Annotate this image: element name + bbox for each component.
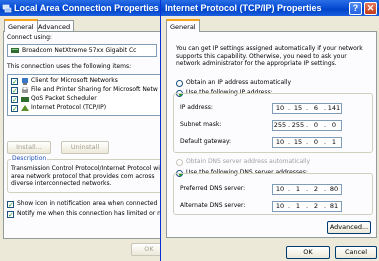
ip-octet: 10 bbox=[275, 202, 285, 210]
tab-advanced[interactable]: Advanced bbox=[34, 20, 75, 31]
ip-octet: 10 bbox=[275, 185, 285, 193]
tab-general[interactable]: General bbox=[166, 19, 200, 32]
subnet-mask-field[interactable]: 255 . 255 . 0 . 0 bbox=[272, 120, 342, 131]
description-text: Transmission Control Protocol/Internet P… bbox=[11, 165, 168, 188]
ip-octet: 0 bbox=[313, 121, 319, 129]
obtain-ip-option[interactable]: Obtain an IP address automatically bbox=[176, 79, 356, 88]
list-item[interactable]: ✓ File and Printer Sharing for Microsoft… bbox=[8, 86, 168, 95]
item-checkbox[interactable]: ✓ bbox=[11, 105, 18, 113]
adapter-name: Broadcom NetXtreme 57xx Gigabit Cc bbox=[22, 47, 137, 54]
left-general-panel: Connect using: Broadcom NetXtreme 57xx G… bbox=[3, 31, 170, 239]
items-list: ✓ Client for Microsoft Networks ✓ File a… bbox=[7, 74, 167, 116]
list-item[interactable]: ✓ Client for Microsoft Networks bbox=[8, 77, 168, 86]
item-checkbox[interactable]: ✓ bbox=[11, 96, 18, 104]
ip-octet: 2 bbox=[313, 185, 319, 193]
obtain-dns-radio[interactable] bbox=[176, 159, 183, 166]
ip-octet: 15 bbox=[293, 138, 303, 146]
connect-using-label: Connect using: bbox=[7, 34, 52, 41]
obtain-dns-label: Obtain DNS server address automatically bbox=[186, 158, 311, 165]
obtain-dns-option[interactable]: Obtain DNS server address automatically bbox=[176, 158, 366, 167]
intro-text: You can get IP settings assigned automat… bbox=[176, 45, 363, 68]
ip-octet: 6 bbox=[313, 104, 319, 112]
ip-octet: 10 bbox=[275, 104, 285, 112]
show-icon-label: Show icon in notification area when conn… bbox=[17, 200, 158, 207]
item-checkbox[interactable]: ✓ bbox=[11, 87, 18, 95]
show-icon-option[interactable]: ✓ Show icon in notification area when co… bbox=[7, 200, 170, 209]
item-checkbox[interactable]: ✓ bbox=[11, 78, 18, 86]
ip-octet: 2 bbox=[313, 202, 319, 210]
close-button[interactable]: ✕ bbox=[364, 2, 377, 15]
ip-octet: 255 bbox=[273, 121, 287, 129]
obtain-ip-label: Obtain an IP address automatically bbox=[186, 79, 292, 86]
ip-octet: 80 bbox=[329, 185, 339, 193]
obtain-ip-radio[interactable] bbox=[176, 80, 183, 87]
tab-general-left[interactable]: General bbox=[4, 19, 38, 32]
local-area-connection-properties-window: Local Area Connection Properties General… bbox=[0, 0, 170, 261]
ip-octet: 141 bbox=[327, 104, 341, 112]
ip-octet: 255 bbox=[291, 121, 305, 129]
tcpip-properties-window: Internet Protocol (TCP/IP) Properties ? … bbox=[160, 0, 379, 261]
qos-scheduler-icon bbox=[21, 97, 29, 102]
protocol-icon bbox=[21, 105, 29, 111]
item-label: File and Printer Sharing for Microsoft N… bbox=[31, 86, 158, 93]
ip-address-field[interactable]: 10 . 15 . 6 . 141 bbox=[272, 103, 342, 114]
file-printer-sharing-icon bbox=[22, 87, 28, 93]
ip-octet: 10 bbox=[275, 138, 285, 146]
ip-octet: 0 bbox=[313, 138, 319, 146]
default-gateway-label: Default gateway: bbox=[180, 138, 232, 145]
help-button[interactable]: ? bbox=[349, 2, 362, 15]
notify-option[interactable]: ✓ Notify me when this connection has lim… bbox=[7, 210, 170, 219]
ip-octet: 15 bbox=[293, 104, 303, 112]
ip-octet: 81 bbox=[329, 202, 339, 210]
ip-address-label: IP address: bbox=[180, 104, 213, 111]
ip-octet: 1 bbox=[331, 138, 337, 146]
alternate-dns-label: Alternate DNS server: bbox=[180, 202, 246, 209]
install-button[interactable]: Install... bbox=[7, 141, 51, 154]
advanced-button[interactable]: Advanced... bbox=[327, 221, 371, 234]
notify-label: Notify me when this connection has limit… bbox=[17, 210, 161, 217]
item-label: Client for Microsoft Networks bbox=[31, 77, 118, 84]
subnet-mask-label: Subnet mask: bbox=[180, 121, 222, 128]
item-label: QoS Packet Scheduler bbox=[31, 95, 97, 102]
preferred-dns-field[interactable]: 10 . 1 . 2 . 80 bbox=[272, 184, 342, 195]
alternate-dns-field[interactable]: 10 . 1 . 2 . 81 bbox=[272, 201, 342, 212]
list-item[interactable]: ✓ Internet Protocol (TCP/IP) bbox=[8, 104, 168, 113]
network-connection-icon bbox=[2, 4, 12, 13]
ok-button[interactable]: OK bbox=[286, 246, 330, 259]
ip-octet: 1 bbox=[295, 185, 301, 193]
adapter-field: Broadcom NetXtreme 57xx Gigabit Cc bbox=[7, 44, 157, 57]
right-titlebar[interactable]: Internet Protocol (TCP/IP) Properties ? … bbox=[161, 0, 379, 16]
preferred-dns-label: Preferred DNS server: bbox=[180, 185, 246, 192]
items-label: This connection uses the following items… bbox=[7, 63, 132, 70]
uninstall-button[interactable]: Uninstall bbox=[61, 141, 109, 154]
right-general-panel: You can get IP settings assigned automat… bbox=[166, 31, 377, 238]
description-label: Description bbox=[11, 155, 48, 163]
ip-octet: 0 bbox=[331, 121, 337, 129]
right-window-title: Internet Protocol (TCP/IP) Properties bbox=[165, 3, 322, 13]
network-adapter-icon bbox=[11, 48, 19, 53]
default-gateway-field[interactable]: 10 . 15 . 0 . 1 bbox=[272, 137, 342, 148]
client-icon bbox=[22, 78, 28, 85]
list-item[interactable]: ✓ QoS Packet Scheduler bbox=[8, 95, 168, 104]
show-icon-checkbox[interactable]: ✓ bbox=[7, 201, 14, 209]
notify-checkbox[interactable]: ✓ bbox=[7, 211, 14, 219]
ip-octet: 1 bbox=[295, 202, 301, 210]
left-window-title: Local Area Connection Properties bbox=[14, 3, 159, 13]
item-label: Internet Protocol (TCP/IP) bbox=[31, 104, 107, 111]
left-titlebar[interactable]: Local Area Connection Properties bbox=[0, 0, 170, 16]
cancel-button[interactable]: Cancel bbox=[335, 246, 377, 259]
